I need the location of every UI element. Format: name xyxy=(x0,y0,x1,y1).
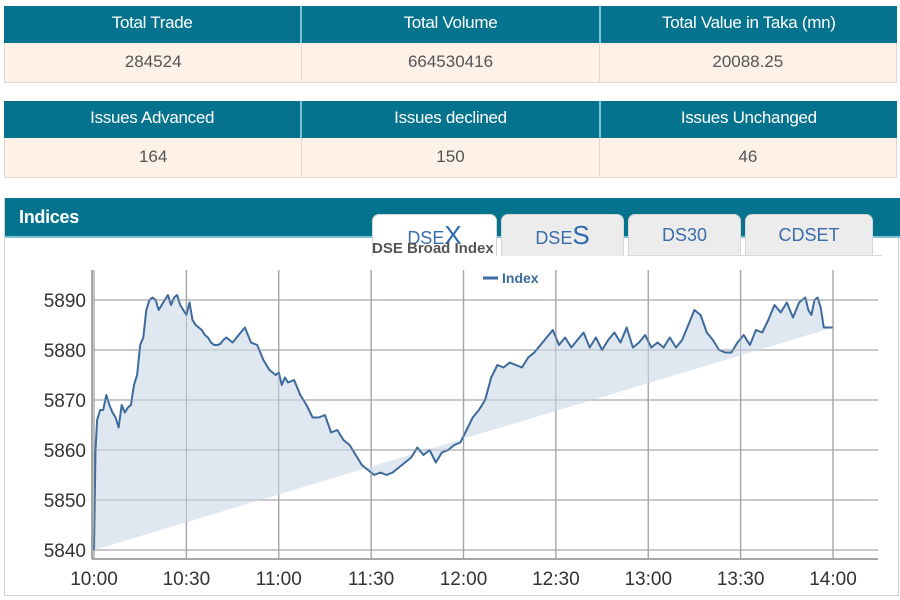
x-axis-labels: 10:00 10:30 11:00 11:30 12:00 12:30 13:00 13:30… xyxy=(70,569,857,590)
x-tick-label-1230: 12:30 xyxy=(532,569,580,590)
y-axis-labels: 5840 5850 5860 5870 5880 5890 xyxy=(44,291,86,562)
x-tick-label-1330: 13:30 xyxy=(717,569,765,590)
x-tick-label-1000: 10:00 xyxy=(70,569,118,590)
market-summary-table: Total Trade Total Volume Total Value in … xyxy=(4,6,897,83)
value-total-trade: 284524 xyxy=(5,43,303,82)
issues-table: Issues Advanced Issues declined Issues U… xyxy=(4,101,897,178)
market-summary-value-row: 284524 664530416 20088.25 xyxy=(4,43,897,83)
chart-legend: Index xyxy=(483,270,539,286)
x-tick-label-1130: 11:30 xyxy=(348,569,394,590)
value-issues-unchanged: 46 xyxy=(738,147,758,166)
header-issues-unchanged: Issues Unchanged xyxy=(680,108,817,127)
header-issues-declined: Issues declined xyxy=(302,101,601,138)
y-tick-label-5890: 5890 xyxy=(44,291,86,312)
issues-value-row: 164 150 46 xyxy=(4,138,897,178)
x-tick-label-1200: 12:00 xyxy=(440,569,488,590)
y-tick-label-5840: 5840 xyxy=(44,541,86,562)
x-tick-label-1300: 13:00 xyxy=(624,569,672,590)
header-total-trade: Total Trade xyxy=(4,6,303,43)
index-chart: 5840 5850 5860 5870 5880 5890 10:00 10:30 11:00… xyxy=(44,270,878,590)
y-tick-label-5870: 5870 xyxy=(44,391,86,412)
value-total-volume: 664530416 xyxy=(302,43,600,82)
value-total-value: 20088.25 xyxy=(712,52,784,71)
header-issues-advanced: Issues Advanced xyxy=(4,101,303,138)
x-tick-label-1030: 10:30 xyxy=(163,569,211,590)
issues-header-row: Issues Advanced Issues declined Issues U… xyxy=(4,101,897,138)
header-total-volume: Total Volume xyxy=(302,6,601,43)
value-issues-declined: 150 xyxy=(302,138,600,177)
y-tick-label-5860: 5860 xyxy=(44,441,86,462)
y-tick-label-5880: 5880 xyxy=(44,341,86,362)
x-tick-label-1100: 11:00 xyxy=(256,569,302,590)
x-tick-label-1400: 14:00 xyxy=(809,569,857,590)
market-summary-header-row: Total Trade Total Volume Total Value in … xyxy=(4,6,897,43)
legend-label-index: Index xyxy=(502,270,539,286)
value-issues-advanced: 164 xyxy=(5,138,303,177)
header-total-value: Total Value in Taka (mn) xyxy=(662,13,836,32)
y-tick-label-5850: 5850 xyxy=(44,491,86,512)
